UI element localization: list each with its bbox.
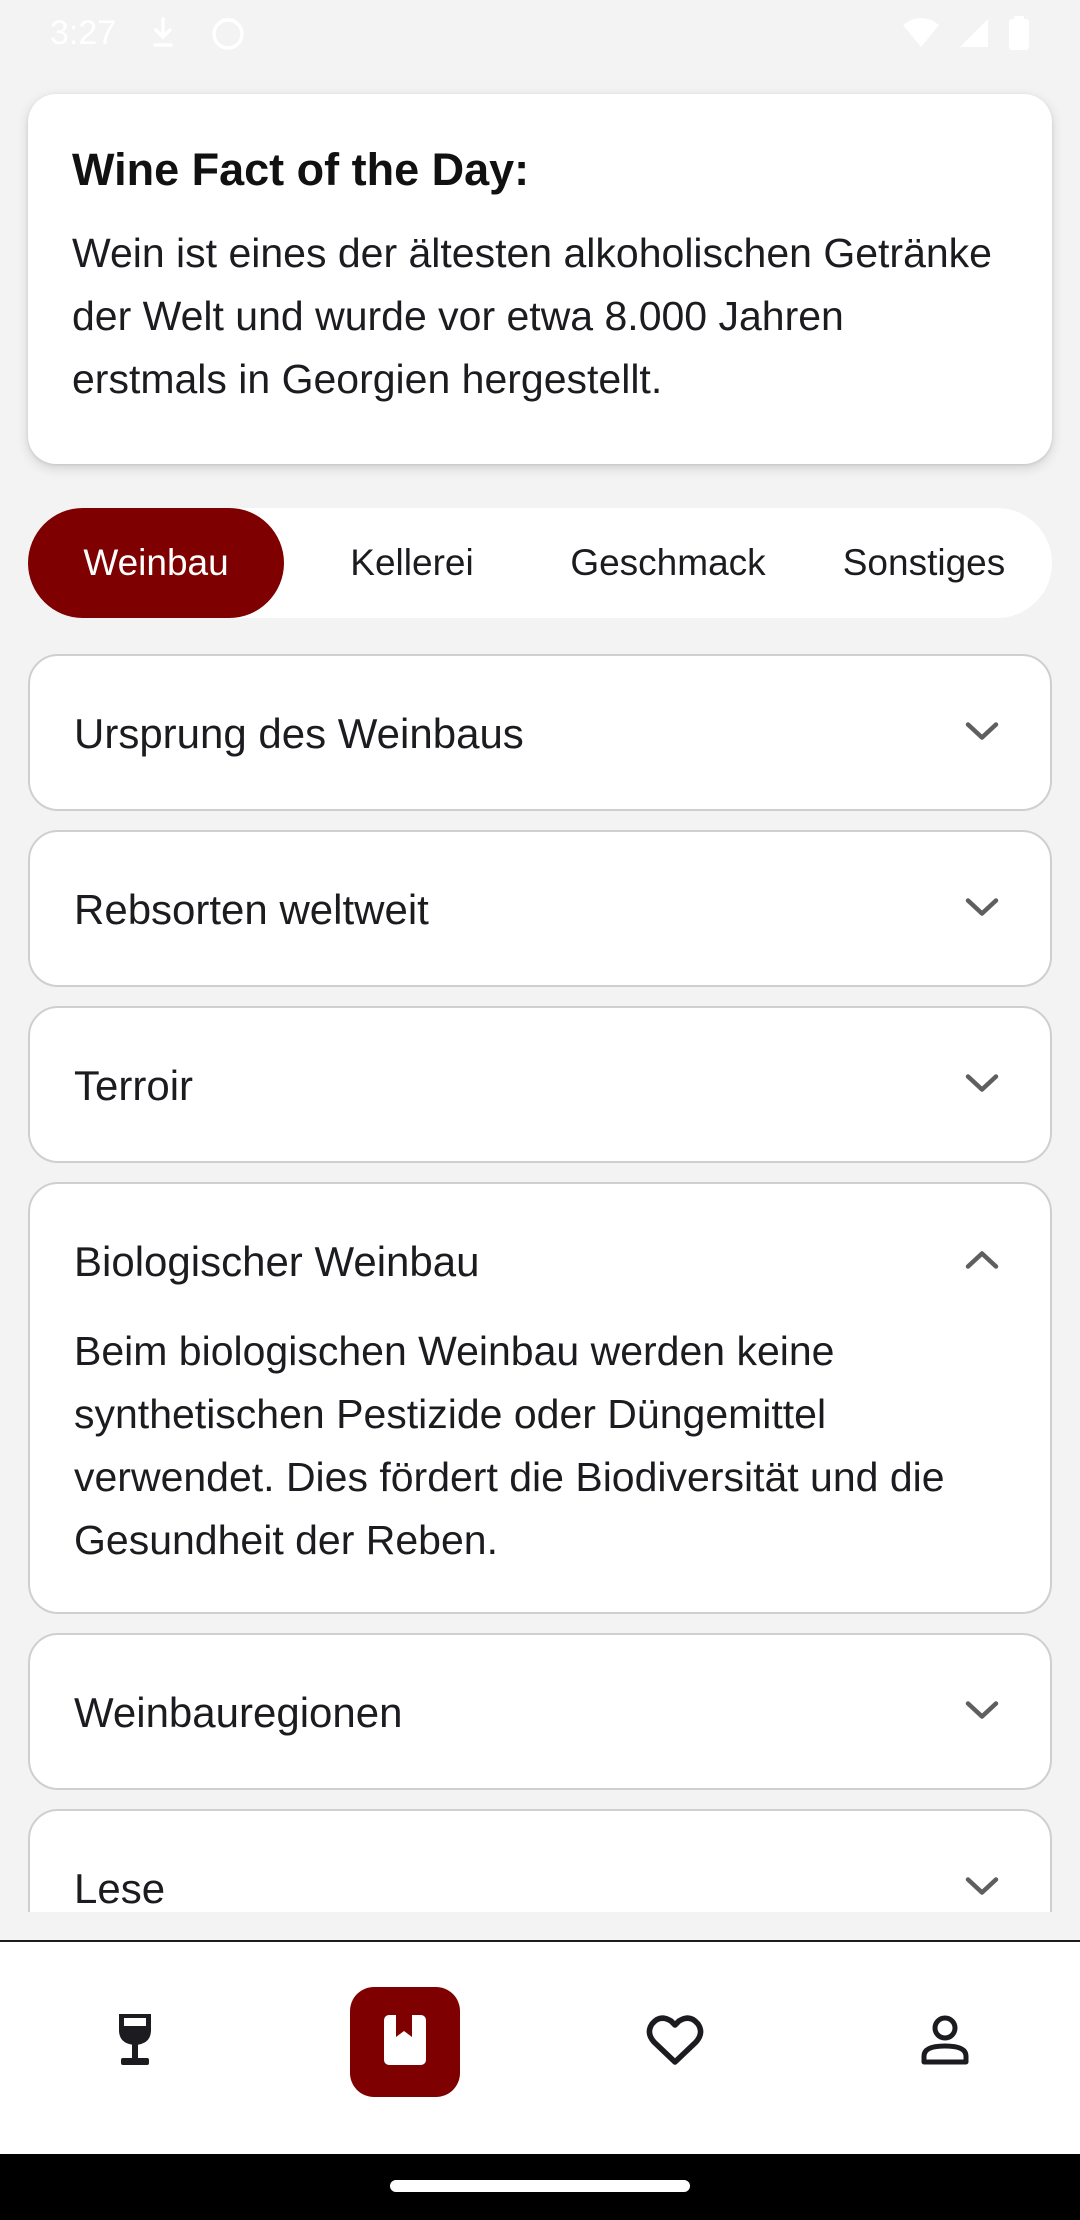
accordion-title: Terroir	[74, 1061, 194, 1109]
person-icon	[920, 2014, 970, 2071]
chevron-down-icon	[964, 1699, 1000, 1726]
accordion-header[interactable]: Lese	[30, 1811, 1050, 1912]
signal-icon	[958, 17, 990, 49]
status-time: 3:27	[50, 13, 117, 52]
accordion-list: Ursprung des Weinbaus Rebsorten weltweit…	[0, 652, 1080, 1912]
accordion-title: Rebsorten weltweit	[74, 885, 429, 933]
accordion-item: Ursprung des Weinbaus	[28, 654, 1052, 811]
chevron-up-icon	[964, 1248, 1000, 1275]
accordion-header[interactable]: Rebsorten weltweit	[30, 832, 1050, 987]
accordion-header[interactable]: Ursprung des Weinbaus	[30, 656, 1050, 811]
wifi-icon	[902, 17, 940, 49]
accordion-item: Weinbauregionen	[28, 1633, 1052, 1790]
fact-text: Wein ist eines der ältesten alkoholische…	[72, 230, 992, 402]
accordion-header[interactable]: Biologischer Weinbau	[30, 1184, 1050, 1339]
accordion-title: Biologischer Weinbau	[74, 1237, 480, 1285]
bottom-navigation	[0, 1940, 1080, 2154]
tab-geschmack[interactable]: Geschmack	[540, 508, 796, 618]
heart-icon	[646, 2014, 704, 2071]
home-gesture-handle[interactable]	[390, 2180, 690, 2192]
chevron-down-icon	[964, 896, 1000, 923]
accordion-item: Lese	[28, 1809, 1052, 1912]
tab-sonstiges[interactable]: Sonstiges	[796, 508, 1052, 618]
accordion-body: Beim biologischen Weinbau werden keine s…	[74, 1328, 945, 1563]
chevron-down-icon	[964, 1072, 1000, 1099]
accordion-header[interactable]: Weinbauregionen	[30, 1635, 1050, 1790]
category-tabs: Weinbau Kellerei Geschmack Sonstiges	[28, 508, 1052, 618]
nav-wines-button[interactable]	[80, 1987, 190, 2097]
nav-lexicon-button[interactable]	[350, 1987, 460, 2097]
nav-profile-button[interactable]	[890, 1987, 1000, 2097]
fact-title: Wine Fact of the Day:	[72, 144, 530, 195]
accordion-item: Terroir	[28, 1006, 1052, 1163]
nav-favorites-button[interactable]	[620, 1987, 730, 2097]
tab-weinbau[interactable]: Weinbau	[28, 508, 284, 618]
accordion-title: Lese	[74, 1864, 166, 1912]
tab-kellerei[interactable]: Kellerei	[284, 508, 540, 618]
fact-of-the-day-card: Wine Fact of the Day: Wein ist eines der…	[28, 94, 1052, 464]
accordion-header[interactable]: Terroir	[30, 1008, 1050, 1163]
wine-glass-icon	[113, 2012, 157, 2073]
gesture-navigation-bar	[0, 2154, 1080, 2220]
accordion-title: Weinbauregionen	[74, 1688, 403, 1736]
download-icon	[150, 16, 176, 50]
accordion-item-expanded: Biologischer Weinbau Beim biologischen W…	[28, 1182, 1052, 1614]
chevron-down-icon	[964, 720, 1000, 747]
accordion-title: Ursprung des Weinbaus	[74, 709, 524, 757]
accordion-item: Rebsorten weltweit	[28, 830, 1052, 987]
chevron-down-icon	[964, 1875, 1000, 1902]
status-bar: 3:27	[0, 0, 1080, 66]
screen: 3:27 Wine Fact of the Day: Wein ist eine…	[0, 0, 1080, 2220]
book-icon	[382, 2013, 428, 2072]
face-icon	[210, 15, 246, 51]
battery-icon	[1008, 16, 1030, 50]
